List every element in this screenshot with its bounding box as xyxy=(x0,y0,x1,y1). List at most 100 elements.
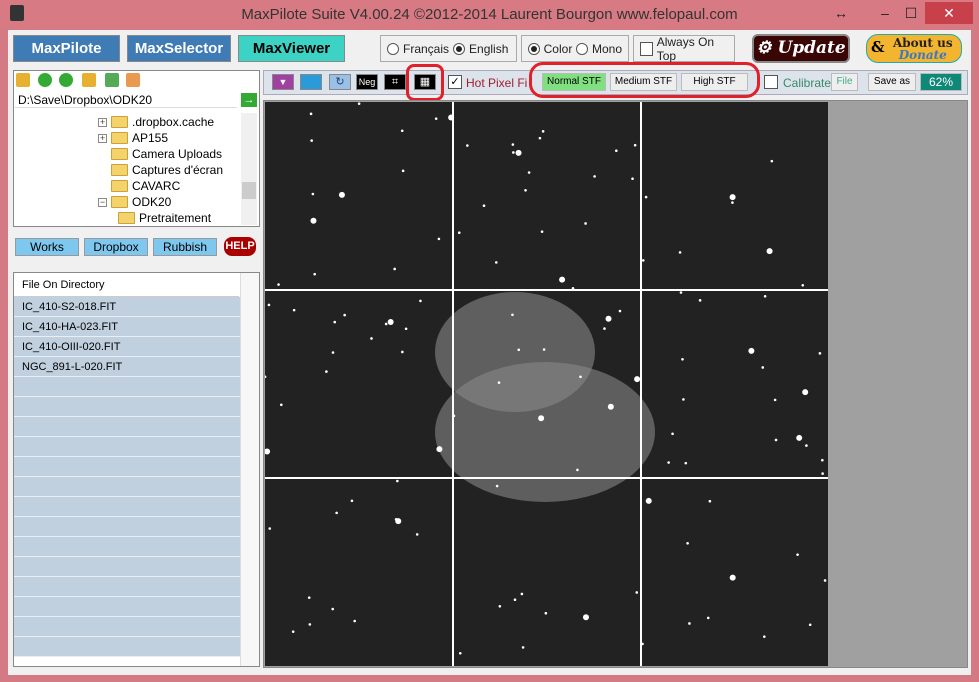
go-arrow-icon[interactable]: → xyxy=(241,93,257,107)
path-input[interactable]: D:\Save\Dropbox\ODK20 xyxy=(15,92,237,108)
radio-color[interactable] xyxy=(528,42,540,55)
star xyxy=(434,117,438,120)
file-row[interactable]: IC_410-OIII-020.FIT xyxy=(14,337,240,357)
calibrate-checkbox[interactable] xyxy=(764,75,778,89)
francais-label: Français xyxy=(403,41,450,56)
tree-item[interactable]: + .dropbox.cache xyxy=(98,114,214,130)
star xyxy=(698,299,702,302)
about-donate-button[interactable]: & About us Donate xyxy=(866,34,962,63)
file-row[interactable] xyxy=(14,577,240,597)
star xyxy=(437,237,441,241)
star xyxy=(770,159,774,163)
forward-icon[interactable] xyxy=(59,73,73,87)
refresh-icon[interactable] xyxy=(105,73,119,87)
always-on-top-checkbox[interactable] xyxy=(640,41,653,56)
back-icon[interactable] xyxy=(38,73,52,87)
file-button[interactable]: File xyxy=(831,73,858,91)
tree-item-label: Camera Uploads xyxy=(132,147,223,161)
file-row[interactable] xyxy=(14,617,240,637)
star xyxy=(706,616,710,620)
star xyxy=(280,403,283,407)
radio-mono[interactable] xyxy=(576,42,588,55)
file-list-scrollbar[interactable] xyxy=(240,273,259,666)
star xyxy=(635,591,639,594)
star xyxy=(265,448,271,455)
open-folder-icon[interactable] xyxy=(16,73,30,87)
file-row[interactable] xyxy=(14,517,240,537)
close-button[interactable]: ✕ xyxy=(925,2,973,24)
color-mode-group: Color Mono xyxy=(521,35,629,62)
file-row[interactable] xyxy=(14,457,240,477)
tree-item-label: Captures d'écran xyxy=(132,163,224,177)
star xyxy=(802,389,809,396)
update-button[interactable]: ⚙ Update xyxy=(752,34,850,63)
file-row[interactable] xyxy=(14,377,240,397)
star xyxy=(761,366,765,369)
maximize-button[interactable]: ☐ xyxy=(896,2,926,24)
tree-item[interactable]: Captures d'écran xyxy=(98,162,223,178)
split-view-icon[interactable] xyxy=(300,74,322,90)
help-button[interactable]: HELP xyxy=(224,237,256,256)
highlight-ring xyxy=(529,62,760,98)
star xyxy=(823,579,827,582)
save-as-button[interactable]: Save as xyxy=(868,73,916,91)
tree-item[interactable]: Pretraitement xyxy=(118,210,211,226)
tree-item[interactable]: + AP155 xyxy=(98,130,168,146)
file-row[interactable] xyxy=(14,497,240,517)
file-row[interactable]: IC_410-HA-023.FIT xyxy=(14,317,240,337)
rotate-icon[interactable]: ↻ xyxy=(329,74,351,90)
tree-item[interactable]: − ODK20 xyxy=(98,194,171,210)
file-row[interactable] xyxy=(14,397,240,417)
star xyxy=(808,623,812,627)
tree-item-label: AP155 xyxy=(132,131,169,145)
expander-icon[interactable]: − xyxy=(98,197,107,207)
file-row[interactable] xyxy=(14,437,240,457)
star xyxy=(615,149,618,153)
file-row[interactable]: IC_410-S2-018.FIT xyxy=(14,297,240,317)
folder-icon xyxy=(111,132,128,144)
radio-english[interactable] xyxy=(453,42,466,55)
tree-scrollbar[interactable] xyxy=(241,113,257,225)
star xyxy=(796,434,803,441)
file-row[interactable] xyxy=(14,637,240,657)
star xyxy=(482,204,486,208)
tree-item-label: .dropbox.cache xyxy=(132,115,215,129)
star xyxy=(527,171,531,174)
star xyxy=(773,398,777,402)
crop-icon[interactable]: ⌗ xyxy=(384,74,406,90)
folder-up-icon[interactable] xyxy=(82,73,96,87)
tab-dropbox[interactable]: Dropbox xyxy=(84,238,148,256)
file-row[interactable]: NGC_891-L-020.FIT xyxy=(14,357,240,377)
home-icon[interactable] xyxy=(126,73,140,87)
expander-icon[interactable]: + xyxy=(98,117,107,127)
tab-maxpilote[interactable]: MaxPilote xyxy=(13,35,120,62)
star xyxy=(541,130,545,133)
star xyxy=(731,201,734,204)
star xyxy=(774,438,778,442)
tree-item[interactable]: CAVARC xyxy=(98,178,180,194)
file-row[interactable] xyxy=(14,537,240,557)
file-row[interactable] xyxy=(14,477,240,497)
dropdown-triangle-icon[interactable]: ▼ xyxy=(272,74,294,90)
tab-works[interactable]: Works xyxy=(15,238,79,256)
star xyxy=(633,143,637,147)
star xyxy=(497,381,501,384)
negative-button[interactable]: Neg xyxy=(356,74,378,90)
file-row[interactable] xyxy=(14,597,240,617)
tab-maxviewer[interactable]: MaxViewer xyxy=(238,35,345,62)
file-row[interactable] xyxy=(14,557,240,577)
resize-icon[interactable]: ↔ xyxy=(826,2,856,24)
hot-pixel-checkbox[interactable]: ✓ xyxy=(448,75,462,89)
star xyxy=(729,574,736,581)
star xyxy=(498,604,502,608)
astro-image-mosaic[interactable] xyxy=(265,102,828,666)
tree-item[interactable]: Camera Uploads xyxy=(98,146,222,162)
star xyxy=(387,318,394,325)
tree-scroll-thumb[interactable] xyxy=(242,182,256,199)
expander-icon[interactable]: + xyxy=(98,133,107,143)
radio-francais[interactable] xyxy=(387,42,399,55)
tab-rubbish[interactable]: Rubbish xyxy=(153,238,217,256)
star xyxy=(311,192,315,196)
file-row[interactable] xyxy=(14,417,240,437)
tab-maxselector[interactable]: MaxSelector xyxy=(127,35,231,62)
